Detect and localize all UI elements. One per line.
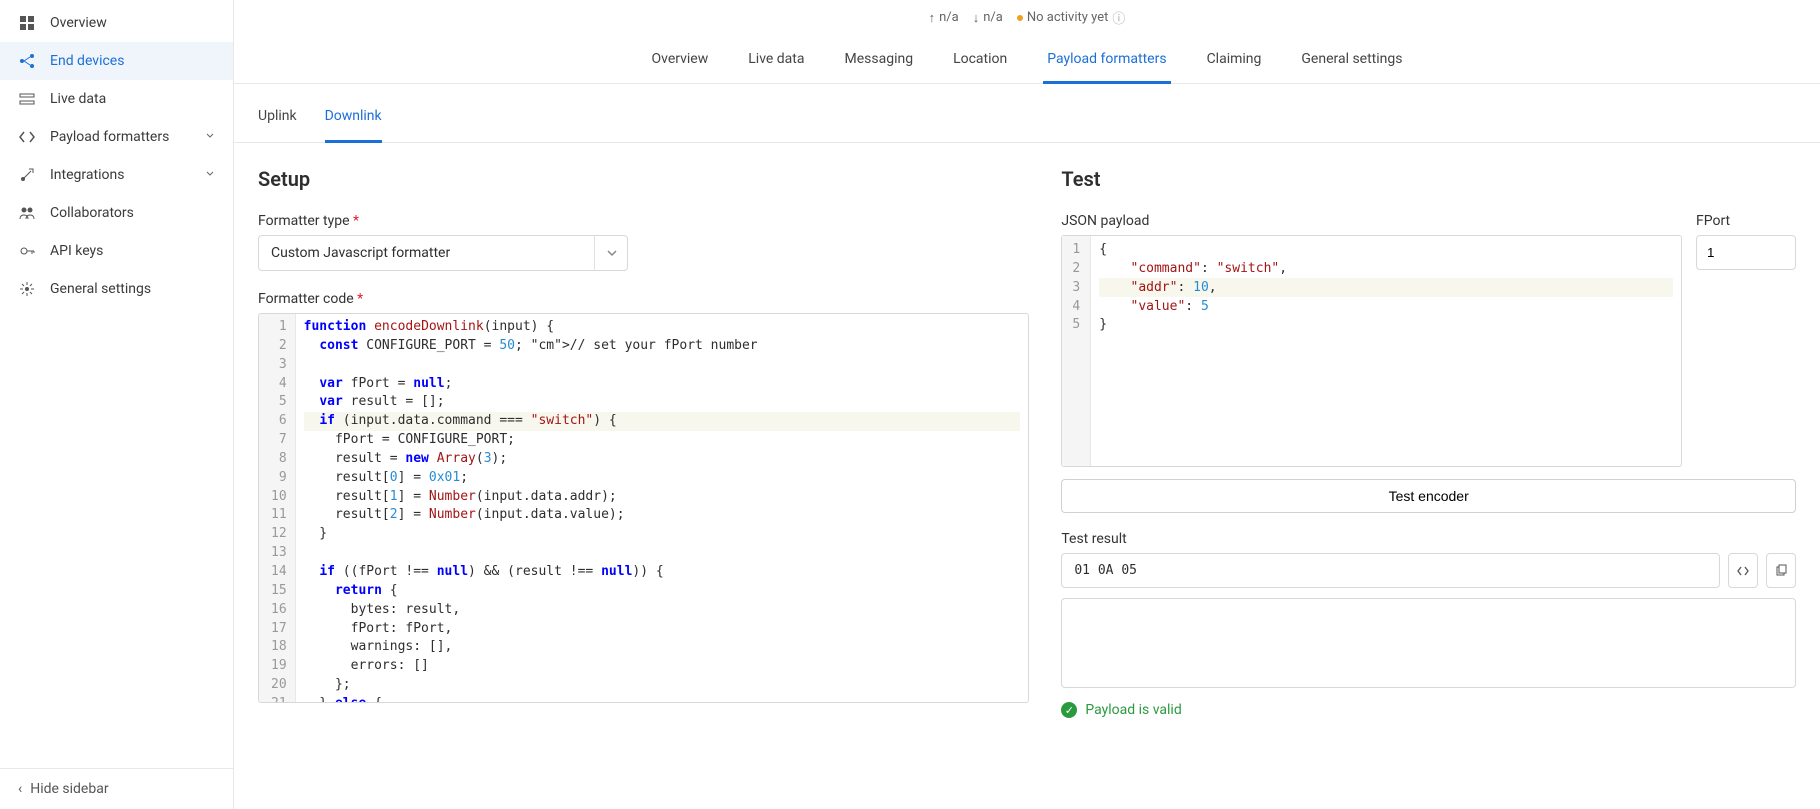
hide-sidebar[interactable]: ‹ Hide sidebar bbox=[0, 768, 233, 809]
tab-messaging[interactable]: Messaging bbox=[841, 41, 918, 83]
formatter-type-select[interactable]: Custom Javascript formatter bbox=[258, 235, 628, 271]
sidebar-item-label: Collaborators bbox=[50, 205, 134, 221]
sidebar-item-integrations[interactable]: Integrations bbox=[0, 156, 233, 194]
test-section: Test JSON payload 12345 { "command": "sw… bbox=[1061, 167, 1796, 785]
test-encoder-button[interactable]: Test encoder bbox=[1061, 479, 1796, 513]
tab-claiming[interactable]: Claiming bbox=[1203, 41, 1266, 83]
fport-input[interactable] bbox=[1696, 235, 1796, 270]
code-icon bbox=[18, 128, 36, 146]
gear-icon bbox=[18, 280, 36, 298]
sidebar-item-label: Integrations bbox=[50, 167, 124, 183]
devices-icon bbox=[18, 52, 36, 70]
status-bar: ↑ n/a ↓ n/a No activity yet ⓘ bbox=[234, 0, 1820, 33]
content: Setup Formatter type * Custom Javascript… bbox=[234, 143, 1820, 809]
tab-payload-formatters[interactable]: Payload formatters bbox=[1043, 41, 1170, 84]
check-circle-icon: ✓ bbox=[1061, 702, 1077, 718]
help-icon[interactable]: ⓘ bbox=[1112, 8, 1125, 27]
setup-section: Setup Formatter type * Custom Javascript… bbox=[258, 167, 1029, 785]
formatter-type-value: Custom Javascript formatter bbox=[258, 235, 628, 271]
sidebar-item-api-keys[interactable]: API keys bbox=[0, 232, 233, 270]
key-icon bbox=[18, 242, 36, 260]
formatter-code-label: Formatter code * bbox=[258, 291, 1029, 307]
test-heading: Test bbox=[1061, 167, 1796, 191]
formatter-code-editor[interactable]: 1234567891011121314151617181920212223242… bbox=[258, 313, 1029, 703]
chevron-down-icon bbox=[205, 129, 215, 145]
subtab-uplink[interactable]: Uplink bbox=[258, 108, 297, 142]
sidebar-item-overview[interactable]: Overview bbox=[0, 4, 233, 42]
sidebar-item-live-data[interactable]: Live data bbox=[0, 80, 233, 118]
payload-valid: ✓ Payload is valid bbox=[1061, 702, 1796, 718]
code-gutter: 1234567891011121314151617181920212223242… bbox=[259, 314, 296, 702]
int-icon bbox=[18, 166, 36, 184]
sidebar-item-general-settings[interactable]: General settings bbox=[0, 270, 233, 308]
status-down: ↓ n/a bbox=[973, 8, 1003, 27]
subtabs: Uplink Downlink bbox=[234, 84, 1820, 143]
status-dot-icon bbox=[1017, 15, 1023, 21]
subtab-downlink[interactable]: Downlink bbox=[325, 108, 382, 143]
json-gutter: 12345 bbox=[1062, 236, 1091, 466]
arrow-down-icon: ↓ bbox=[973, 10, 980, 26]
code-body[interactable]: function encodeDownlink(input) { const C… bbox=[296, 314, 1029, 702]
code-view-icon[interactable] bbox=[1728, 553, 1758, 588]
json-payload-editor[interactable]: 12345 { "command": "switch", "addr": 10,… bbox=[1061, 235, 1682, 467]
hide-sidebar-label: Hide sidebar bbox=[30, 781, 108, 797]
tabs: Overview Live data Messaging Location Payloa… bbox=[234, 33, 1820, 84]
fport-label: FPort bbox=[1696, 213, 1796, 229]
sidebar-item-label: Live data bbox=[50, 91, 106, 107]
result-output-box bbox=[1061, 598, 1796, 688]
sidebar-list: Overview End devices Live data Payload form… bbox=[0, 0, 233, 768]
json-payload-label: JSON payload bbox=[1061, 213, 1682, 229]
chevron-down-icon bbox=[205, 167, 215, 183]
json-body[interactable]: { "command": "switch", "addr": 10, "valu… bbox=[1091, 236, 1681, 466]
chevron-left-icon: ‹ bbox=[18, 781, 22, 797]
sidebar-item-payload-formatters[interactable]: Payload formatters bbox=[0, 118, 233, 156]
sidebar-item-label: General settings bbox=[50, 281, 151, 297]
setup-heading: Setup bbox=[258, 167, 1029, 191]
sidebar-item-label: API keys bbox=[50, 243, 103, 259]
tab-location[interactable]: Location bbox=[949, 41, 1011, 83]
status-up: ↑ n/a bbox=[929, 8, 959, 27]
tab-live-data[interactable]: Live data bbox=[744, 41, 808, 83]
sidebar-item-end-devices[interactable]: End devices bbox=[0, 42, 233, 80]
main: ↑ n/a ↓ n/a No activity yet ⓘ Overview Li… bbox=[234, 0, 1820, 809]
copy-icon[interactable] bbox=[1766, 553, 1796, 588]
people-icon bbox=[18, 204, 36, 222]
arrow-up-icon: ↑ bbox=[929, 10, 936, 26]
test-result-value: 01 0A 05 bbox=[1061, 553, 1720, 588]
formatter-type-label: Formatter type * bbox=[258, 213, 1029, 229]
sidebar-item-label: Overview bbox=[50, 15, 107, 31]
tab-overview[interactable]: Overview bbox=[648, 41, 713, 83]
chevron-down-icon bbox=[594, 235, 628, 271]
test-result-label: Test result bbox=[1061, 531, 1796, 547]
sidebar-item-label: End devices bbox=[50, 53, 124, 69]
tab-general-settings[interactable]: General settings bbox=[1297, 41, 1406, 83]
sidebar-item-collaborators[interactable]: Collaborators bbox=[0, 194, 233, 232]
data-icon bbox=[18, 90, 36, 108]
sidebar: Overview End devices Live data Payload form… bbox=[0, 0, 234, 809]
grid-icon bbox=[18, 14, 36, 32]
sidebar-item-label: Payload formatters bbox=[50, 129, 169, 145]
status-activity: No activity yet ⓘ bbox=[1017, 8, 1126, 27]
